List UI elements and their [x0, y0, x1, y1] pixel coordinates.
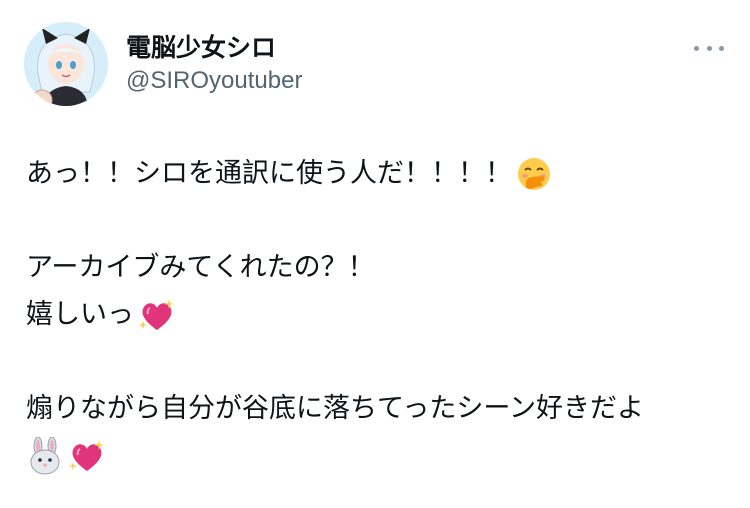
- tweet-line-6: 煽りながら自分が谷底に落ちてったシーン好きだよ: [26, 385, 726, 432]
- display-name[interactable]: 電脳少女シロ: [126, 31, 302, 65]
- more-options-button[interactable]: [694, 38, 724, 58]
- face-with-hand-over-mouth-icon: [516, 156, 552, 192]
- avatar[interactable]: [24, 22, 108, 106]
- sparkling-heart-icon: [138, 297, 176, 333]
- rabbit-face-icon: [26, 436, 64, 475]
- more-options-icon: [694, 45, 699, 51]
- tweet-line-text: 嬉しいっ: [26, 299, 134, 330]
- tweet-line-text: あっ！！シロを通訳に使う人だ！！！！: [26, 158, 512, 189]
- author-names: 電脳少女シロ @SIROyoutuber: [126, 22, 302, 106]
- tweet-line-text: アーカイブみてくれたの？！: [26, 252, 375, 283]
- more-options-icon-dot: [706, 45, 712, 51]
- tweet-header: 電脳少女シロ @SIROyoutuber: [24, 22, 302, 106]
- tweet-line-4: 嬉しいっ: [26, 291, 726, 338]
- sparkling-heart-icon: [68, 438, 106, 474]
- avatar-icon: [24, 22, 108, 106]
- tweet-line-7: [26, 432, 726, 479]
- more-options-icon-dot: [719, 45, 724, 51]
- user-handle[interactable]: @SIROyoutuber: [126, 65, 302, 97]
- tweet-line-1: あっ！！シロを通訳に使う人だ！！！！: [26, 150, 726, 197]
- tweet-text: あっ！！シロを通訳に使う人だ！！！！ アーカイブみてくれたの？！ 嬉しいっ 煽り…: [26, 150, 726, 479]
- tweet-line-text: 煽りながら自分が谷底に落ちてったシーン好きだよ: [26, 393, 645, 424]
- tweet-line-3: アーカイブみてくれたの？！: [26, 244, 726, 291]
- tweet: 電脳少女シロ @SIROyoutuber あっ！！シロを通訳に使う人だ！！！！: [0, 0, 750, 508]
